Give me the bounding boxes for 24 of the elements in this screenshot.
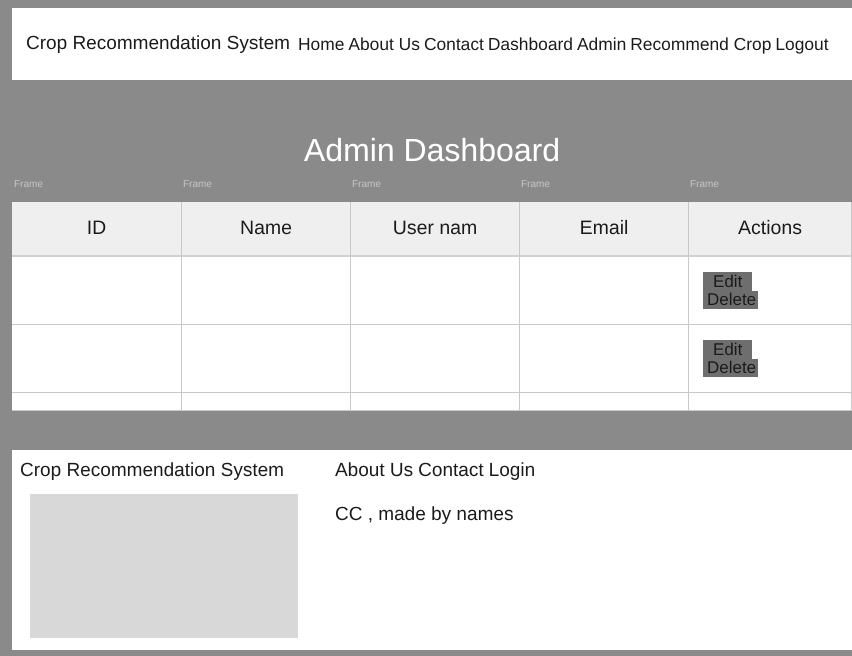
page-title: Admin Dashboard [302,132,562,169]
column-header: ID [12,202,182,257]
frame-label: Frame [13,179,43,190]
column-header: Name [182,202,351,257]
footer-link[interactable]: Contact [418,460,484,482]
frame-label: Frame [689,179,719,190]
nav-link[interactable]: Logout [775,34,829,54]
nav-link[interactable]: Dashboard [488,34,573,54]
footer-link[interactable]: About Us [335,460,414,482]
frame-label: Frame [520,179,550,190]
column-header: Email [520,202,689,257]
nav-link[interactable]: Home [298,34,344,54]
frame-label: Frame [351,179,381,190]
nav-link[interactable]: About Us [348,34,420,54]
frame-label: Frame [182,179,212,190]
credit-text: CC , made by names [335,504,514,526]
column-header: User nam [351,202,520,257]
footer-title: Crop Recommendation System [20,460,285,482]
footer-link[interactable]: Login [488,460,536,482]
nav-link[interactable]: Contact [424,34,484,54]
nav-link[interactable]: Admin [576,34,626,54]
column-header: Actions [689,202,852,257]
nav-link[interactable]: Recommend Crop [630,34,772,54]
site-title: Crop Recommendation System [26,33,290,55]
